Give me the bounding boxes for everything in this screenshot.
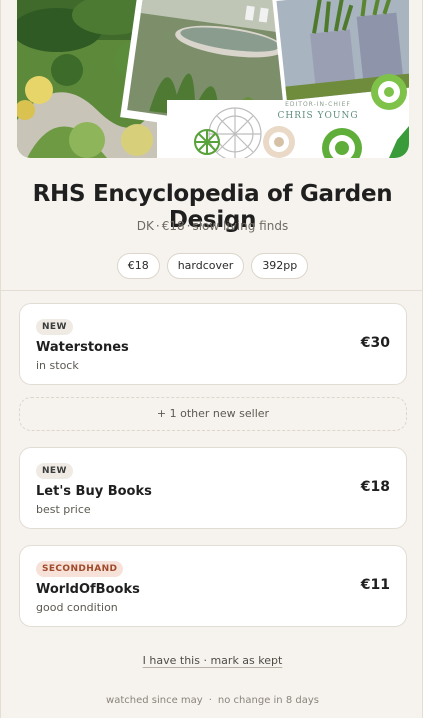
seller-price: €18: [360, 479, 390, 495]
cover-editor-name: CHRIS YOUNG: [277, 111, 358, 121]
mark-as-kept-link[interactable]: I have this · mark as kept: [143, 654, 283, 667]
seller-note: best price: [36, 503, 91, 516]
meta-separator: ·: [155, 219, 160, 233]
seller-price: €11: [360, 577, 390, 593]
watch-status: watched since may · no change in 8 days: [1, 695, 423, 706]
seller-name: Waterstones: [36, 340, 129, 355]
seller-card-lets-buy-books[interactable]: NEW Let's Buy Books best price €18: [19, 447, 407, 529]
seller-note: good condition: [36, 601, 118, 614]
seller-name: Let's Buy Books: [36, 484, 152, 499]
change-status: no change in 8 days: [217, 695, 319, 706]
chip-pages: 392pp: [251, 253, 309, 279]
chip-format: hardcover: [166, 253, 245, 279]
seller-note: in stock: [36, 359, 79, 372]
book-meta-line: DK · €18 · slow living finds: [1, 219, 423, 233]
meta-separator: ·: [186, 219, 191, 233]
mark-as-kept-row: I have this · mark as kept: [1, 654, 423, 667]
seller-name: WorldOfBooks: [36, 582, 140, 597]
book-detail-page: EDITOR-IN-CHIEF CHRIS YOUNG RHS Encyclop…: [0, 0, 423, 718]
book-price: €18: [161, 219, 185, 233]
section-divider: [1, 290, 422, 291]
book-attribute-chips: €18 hardcover 392pp: [1, 253, 423, 279]
tagline: slow living finds: [192, 219, 289, 233]
seller-card-worldofbooks[interactable]: SECONDHAND WorldOfBooks good condition €…: [19, 545, 407, 627]
watched-since: watched since may: [106, 695, 203, 706]
chip-price: €18: [116, 253, 160, 279]
book-cover-image: EDITOR-IN-CHIEF CHRIS YOUNG: [17, 0, 409, 158]
condition-badge: SECONDHAND: [36, 561, 124, 577]
publisher: DK: [136, 219, 154, 233]
more-sellers-button[interactable]: + 1 other new seller: [19, 397, 407, 431]
footer-separator: ·: [208, 695, 212, 706]
condition-badge: NEW: [36, 463, 73, 479]
seller-card-waterstones[interactable]: NEW Waterstones in stock €30: [19, 303, 407, 385]
seller-price: €30: [360, 335, 390, 351]
condition-badge: NEW: [36, 319, 73, 335]
cover-editor-label: EDITOR-IN-CHIEF: [285, 101, 351, 108]
